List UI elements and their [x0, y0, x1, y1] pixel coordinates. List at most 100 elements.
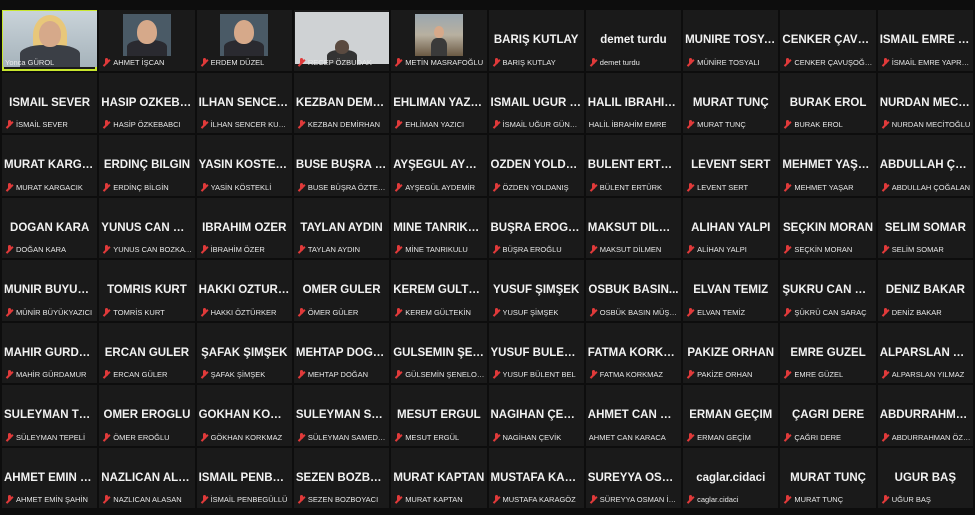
participant-tile[interactable]: NAZLICAN ALA... NAZLICAN ALASAN: [99, 447, 195, 508]
participant-tile[interactable]: TAYLAN AYDIN TAYLAN AYDIN: [293, 197, 390, 258]
participant-tile[interactable]: MÜNİR BÜYÜKY... MÜNİR BÜYÜKYAZICI: [2, 260, 98, 321]
participant-tile[interactable]: BARIŞ KUTLAY BARIŞ KUTLAY: [488, 10, 584, 71]
participant-tile[interactable]: EMRE GÜZEL EMRE GÜZEL: [780, 322, 876, 383]
participant-tile[interactable]: YASİN KÖSTEKLİ YASİN KÖSTEKLİ: [196, 135, 292, 196]
participant-tile[interactable]: SÜLEYMAN TEP... SÜLEYMAN TEPELİ: [2, 385, 98, 446]
participant-tile[interactable]: YUSUF BÜLENT... YUSUF BÜLENT BEL: [488, 322, 584, 383]
participant-tile[interactable]: OSBÜK BASIN... OSBÜK BASIN MÜŞAVİ...: [585, 260, 682, 321]
participant-display-name: MESUT ERGÜL: [396, 409, 481, 421]
participant-tile[interactable]: ÖMER EROĞLU ÖMER EROĞLU: [99, 385, 195, 446]
participant-tile[interactable]: ERDEM DÜZEL: [196, 10, 292, 71]
participant-tile[interactable]: HALİL İBRAHİM... HALİL İBRAHİM EMRE: [585, 72, 682, 133]
participant-display-name: AHMET EMİN Ş...: [4, 471, 96, 484]
participant-name-label: HAKKI ÖZTÜRKER: [210, 307, 277, 317]
participant-tile[interactable]: SÜLEYMAN SA... SÜLEYMAN SAMED U...: [293, 385, 390, 446]
participant-tile[interactable]: CENKER ÇAVUŞ... CENKER ÇAVUŞOĞLU: [780, 10, 876, 71]
participant-tile[interactable]: BURAK EROL BURAK EROL: [780, 72, 876, 133]
participant-tile[interactable]: SEÇKİN MORAN SEÇKİN MORAN: [780, 197, 876, 258]
participant-tile[interactable]: AHMET CAN KA... AHMET CAN KARACA: [585, 385, 682, 446]
participant-tile[interactable]: TOMRİS KURT TOMRİS KURT: [99, 260, 195, 321]
participant-tile[interactable]: MURAT KAPTAN MURAT KAPTAN: [391, 447, 487, 508]
participant-tile[interactable]: caglar.cidaci caglar.cidaci: [683, 447, 779, 508]
participant-tile[interactable]: MURAT TUNÇ MURAT TUNÇ: [780, 447, 876, 508]
participant-display-name: ERMAN GEÇİM: [689, 409, 773, 421]
participant-display-name: MÜNİRE TOSYALI: [685, 34, 777, 46]
participant-tile[interactable]: demet turdu demet turdu: [585, 10, 682, 71]
participant-tile[interactable]: HAKKI ÖZTÜRK... HAKKI ÖZTÜRKER: [196, 260, 292, 321]
participant-tile[interactable]: ALİHAN YALPI ALİHAN YALPI: [683, 197, 779, 258]
participant-tile[interactable]: GÖKHAN KORK... GÖKHAN KORKMAZ: [196, 385, 292, 446]
participant-tile[interactable]: MURAT TUNÇ MURAT TUNÇ: [683, 72, 779, 133]
participant-display-name: SELİM SOMAR: [884, 221, 966, 234]
participant-tile[interactable]: DENİZ BAKAR DENİZ BAKAR: [877, 260, 973, 321]
participant-tile[interactable]: SEZEN BOZBOY... SEZEN BOZBOYACI: [293, 447, 390, 508]
participant-tile[interactable]: MURAT KARGA... MURAT KARGACIK: [2, 135, 98, 196]
participant-tile[interactable]: ŞAFAK ŞİMŞEK ŞAFAK ŞİMŞEK: [196, 322, 292, 383]
participant-tile[interactable]: EHLİMAN YAZICI EHLİMAN YAZICI: [391, 72, 487, 133]
participant-tile[interactable]: AYŞEGÜL AYDE... AYŞEGÜL AYDEMİR: [391, 135, 487, 196]
participant-tile[interactable]: ELVAN TEMİZ ELVAN TEMİZ: [683, 260, 779, 321]
participant-tile[interactable]: HASİP ÖZKEBA... HASİP ÖZKEBABCI: [99, 72, 195, 133]
mic-muted-icon: [881, 307, 890, 317]
participant-tile[interactable]: Yonca GÜROL: [2, 10, 98, 71]
participant-tile[interactable]: GÜLSEMİN ŞEN... GÜLSEMİN ŞENELOĞLU: [391, 322, 487, 383]
participant-tile[interactable]: ALPARSLAN YIL... ALPARSLAN YILMAZ: [877, 322, 973, 383]
participant-tile[interactable]: RECEP ÖZBUDAK: [293, 10, 390, 71]
participant-tile[interactable]: ABDULLAH ÇO... ABDULLAH ÇOĞALAN: [877, 135, 973, 196]
participant-tile[interactable]: MAKSUT DİLMEN MAKSUT DİLMEN: [585, 197, 682, 258]
mic-muted-icon: [297, 432, 306, 442]
participant-tile[interactable]: MUSTAFA KARA... MUSTAFA KARAGÖZ: [488, 447, 584, 508]
participant-tile[interactable]: YUNUS CAN BO... YUNUS CAN BOZKAYA: [99, 197, 195, 258]
participant-tile[interactable]: İSMAİL SEVER İSMAİL SEVER: [2, 72, 98, 133]
participant-tile[interactable]: LEVENT SERT LEVENT SERT: [683, 135, 779, 196]
participant-tile[interactable]: ŞÜKRÜ CAN SA... ŞÜKRÜ CAN SARAÇ: [780, 260, 876, 321]
participant-tile[interactable]: ABDURRAHMA... ABDURRAHMAN ÖZK...: [877, 385, 973, 446]
mic-muted-icon: [492, 370, 501, 379]
participant-tile[interactable]: İSMAİL EMRE Y... İSMAİL EMRE YAPRAKCI: [877, 10, 973, 71]
participant-tile[interactable]: AHMET EMİN Ş... AHMET EMİN ŞAHİN: [2, 447, 98, 508]
participant-tile[interactable]: ÖZDEN YOLDA... ÖZDEN YOLDANIŞ: [488, 135, 584, 196]
participant-display-name: İLHAN SENCER...: [198, 96, 290, 109]
participant-display-name: ÖMER GÜLER: [302, 284, 381, 296]
participant-tile[interactable]: MESUT ERGÜL MESUT ERGÜL: [391, 385, 487, 446]
participant-tile[interactable]: İSMAİL PENBEG... İSMAİL PENBEGÜLLÜ: [196, 447, 292, 508]
participant-tile[interactable]: UĞUR BAŞ UĞUR BAŞ: [877, 447, 973, 508]
participant-tile[interactable]: KEZBAN DEMİR... KEZBAN DEMİRHAN: [293, 72, 390, 133]
participant-tile[interactable]: DOĞAN KARA DOĞAN KARA: [2, 197, 98, 258]
participant-tile[interactable]: YUSUF ŞİMŞEK YUSUF ŞİMŞEK: [488, 260, 584, 321]
participant-tile[interactable]: BUSE BÜŞRA Ö... BUSE BÜŞRA ÖZTEKİN: [293, 135, 390, 196]
participant-name-tag: UĞUR BAŞ: [881, 494, 971, 505]
participant-tile[interactable]: AHMET İŞCAN: [99, 10, 195, 71]
participant-tile[interactable]: ERMAN GEÇİM ERMAN GEÇİM: [683, 385, 779, 446]
participant-display-name: ALİHAN YALPI: [691, 221, 771, 234]
participant-tile[interactable]: MAHİR GÜRDA... MAHİR GÜRDAMUR: [2, 322, 98, 383]
participant-tile[interactable]: MİNE TANRIKULU MİNE TANRIKULU: [391, 197, 487, 258]
participant-tile[interactable]: MEHTAP DOĞAN MEHTAP DOĞAN: [293, 322, 390, 383]
participant-tile[interactable]: PAKİZE ORHAN PAKİZE ORHAN: [683, 322, 779, 383]
participant-tile[interactable]: BÜLENT ERTÜRK BÜLENT ERTÜRK: [585, 135, 682, 196]
participant-tile[interactable]: FATMA KORKM... FATMA KORKMAZ: [585, 322, 682, 383]
participant-tile[interactable]: ÖMER GÜLER ÖMER GÜLER: [293, 260, 390, 321]
participant-tile[interactable]: İLHAN SENCER... İLHAN SENCER KURTU...: [196, 72, 292, 133]
participant-name-label: DENİZ BAKAR: [891, 307, 942, 317]
mic-muted-icon: [394, 120, 403, 129]
participant-tile[interactable]: İBRAHİM ÖZER İBRAHİM ÖZER: [196, 197, 292, 258]
participant-tile[interactable]: METİN MASRAFOĞLU: [391, 10, 487, 71]
participant-name-tag: MURAT TUNÇ: [783, 494, 873, 505]
participant-tile[interactable]: SELİM SOMAR SELİM SOMAR: [877, 197, 973, 258]
participant-tile[interactable]: NURDAN MECİ... NURDAN MECİTOĞLU: [877, 72, 973, 133]
participant-tile[interactable]: ERCAN GÜLER ERCAN GÜLER: [99, 322, 195, 383]
mic-muted-icon: [297, 182, 306, 192]
participant-name-label: BÜŞRA EROĞLU: [502, 245, 562, 254]
participant-tile[interactable]: BÜŞRA EROĞLU BÜŞRA EROĞLU: [488, 197, 584, 258]
participant-tile[interactable]: SÜREYYA OSMA... SÜREYYA OSMAN İNA...: [585, 447, 682, 508]
participant-display-name: ŞAFAK ŞİMŞEK: [201, 346, 288, 359]
participant-tile[interactable]: MEHMET YAŞAR MEHMET YAŞAR: [780, 135, 876, 196]
participant-display-name: ERCAN GÜLER: [104, 346, 190, 359]
participant-tile[interactable]: İSMAİL UĞUR G... İSMAİL UĞUR GÜNDÜZ: [488, 72, 584, 133]
participant-tile[interactable]: ERDİNÇ BİLGİN ERDİNÇ BİLGİN: [99, 135, 195, 196]
participant-tile[interactable]: ÇAĞRI DERE ÇAĞRI DERE: [780, 385, 876, 446]
participant-tile[interactable]: NAGİHAN ÇEVİK NAGİHAN ÇEVİK: [488, 385, 584, 446]
participant-tile[interactable]: KEREM GÜLTEKİN KEREM GÜLTEKİN: [391, 260, 487, 321]
participant-tile[interactable]: MÜNİRE TOSYALI MÜNİRE TOSYALI: [683, 10, 779, 71]
